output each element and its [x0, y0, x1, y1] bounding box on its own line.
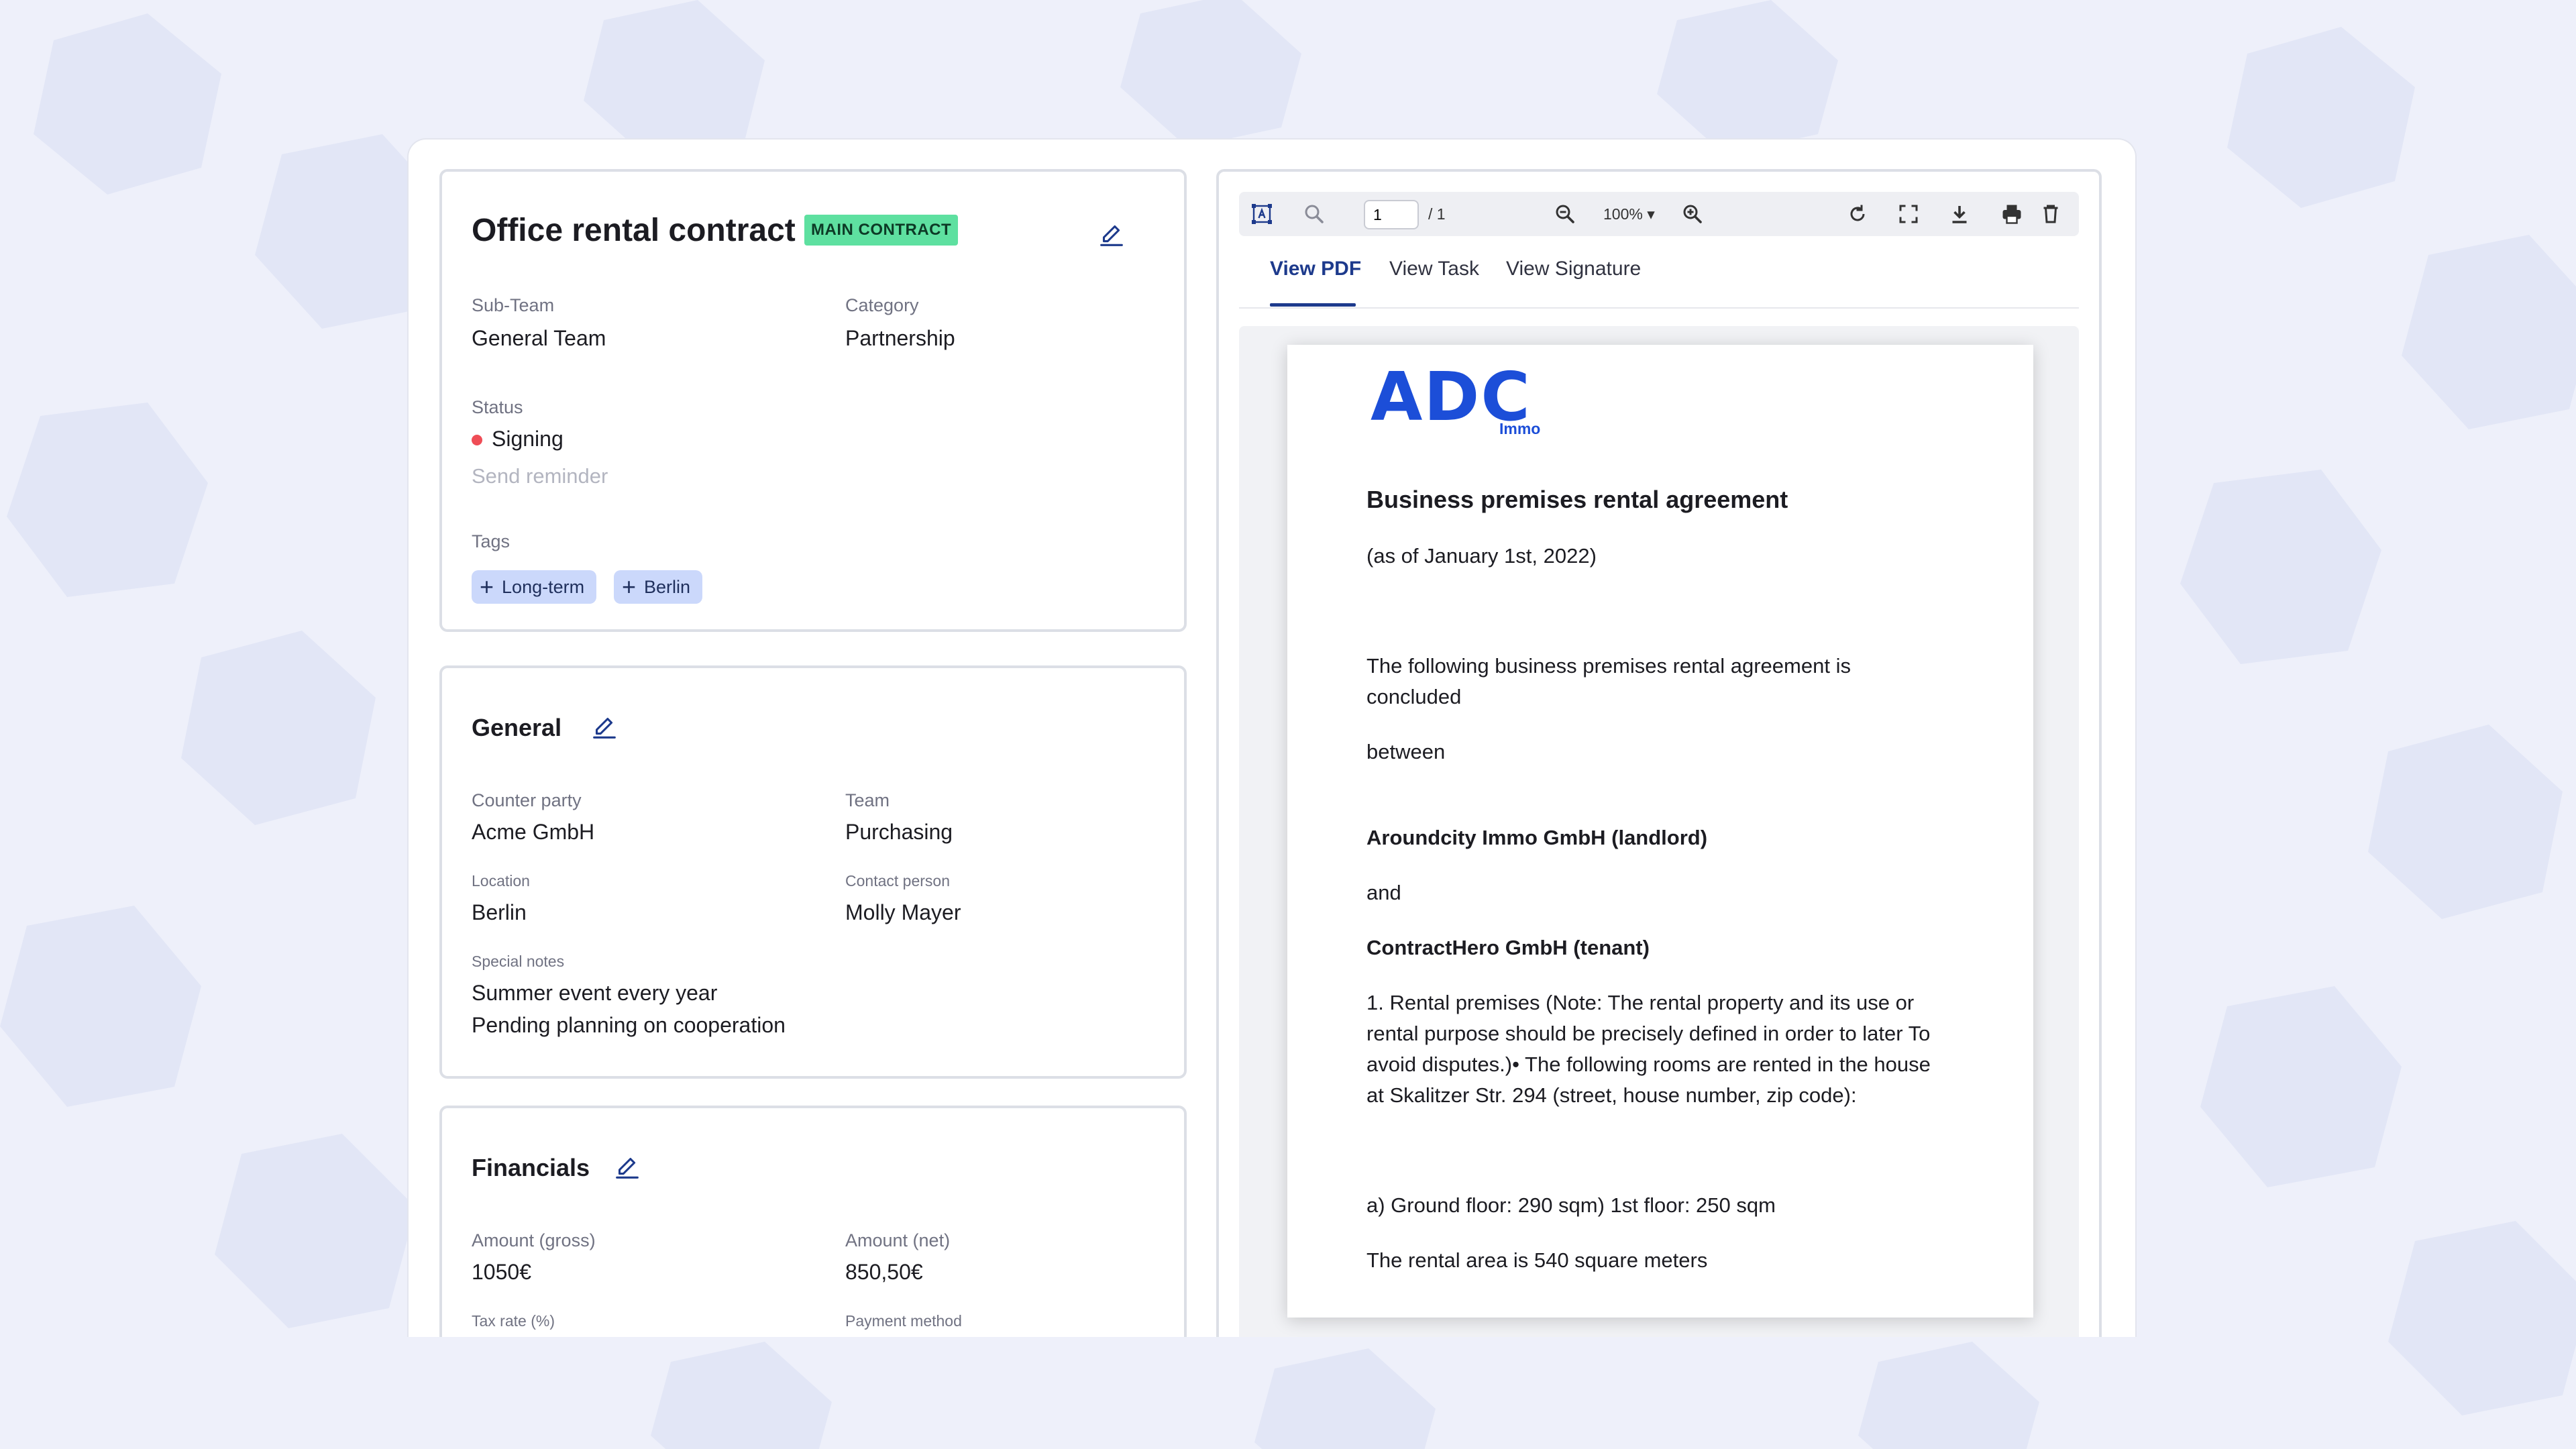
general-title: General	[472, 714, 562, 741]
amount-net-value: 850,50€	[845, 1260, 923, 1284]
select-tool-button[interactable]	[1246, 198, 1278, 230]
zoom-out-icon	[1556, 205, 1574, 223]
tags-label: Tags	[472, 531, 511, 551]
edit-contract-button[interactable]	[1094, 217, 1129, 252]
status-dot	[472, 435, 482, 445]
clause-1-line-3: avoid disputes.)• The following rooms ar…	[1366, 1053, 1931, 1076]
between-text: between	[1366, 740, 1446, 763]
pdf-page: ADC Immo Business premises rental agreem…	[1287, 345, 2033, 1318]
financials-card: Financials Amount (gross) 1050€ Amount (…	[439, 1106, 1187, 1337]
active-tab-indicator	[1270, 303, 1356, 307]
delete-button[interactable]	[2035, 198, 2067, 230]
zoom-in-button[interactable]	[1676, 198, 1709, 230]
search-icon	[1305, 205, 1324, 223]
zoom-level-select[interactable]: 100% ▾	[1603, 205, 1655, 223]
tag-berlin[interactable]: + Berlin	[614, 570, 703, 604]
document-viewer: / 1 100% ▾ View	[1216, 169, 2102, 1337]
contract-card: Office rental contract MAIN CONTRACT Sub…	[439, 169, 1187, 632]
intro-line-2: concluded	[1366, 685, 1462, 708]
document-heading: Business premises rental agreement	[1366, 486, 1788, 513]
clause-1-line-4: at Skalitzer Str. 294 (street, house num…	[1366, 1083, 1857, 1107]
logo-subtext: Immo	[1499, 420, 1541, 437]
contact-person-value: Molly Mayer	[845, 900, 961, 924]
counterparty-label: Counter party	[472, 790, 582, 810]
pencil-icon	[593, 718, 616, 739]
amount-gross-value: 1050€	[472, 1260, 531, 1284]
category-label: Category	[845, 295, 919, 315]
rotate-button[interactable]	[1841, 198, 1874, 230]
subteam-label: Sub-Team	[472, 295, 555, 315]
landlord-text: Aroundcity Immo GmbH (landlord)	[1366, 826, 1708, 849]
company-logo: ADC Immo	[1371, 364, 1540, 438]
pencil-icon	[1100, 225, 1123, 246]
contract-title: Office rental contract	[472, 213, 796, 248]
pdf-toolbar: / 1 100% ▾	[1239, 192, 2079, 236]
fullscreen-icon	[1899, 205, 1918, 223]
tag-label: Long-term	[502, 576, 585, 597]
pencil-icon	[616, 1158, 639, 1179]
main-contract-badge: MAIN CONTRACT	[804, 215, 959, 246]
rental-area-text: The rental area is 540 square meters	[1366, 1248, 1708, 1272]
contact-person-label: Contact person	[845, 872, 950, 890]
status-value: Signing	[492, 427, 564, 451]
download-icon	[1952, 206, 1967, 223]
subteam-value: General Team	[472, 326, 606, 350]
clause-1-line-2: rental purpose should be precisely defin…	[1366, 1022, 1931, 1045]
app-window: Office rental contract MAIN CONTRACT Sub…	[407, 138, 2137, 1337]
team-value: Purchasing	[845, 820, 953, 844]
document-date: (as of January 1st, 2022)	[1366, 544, 1597, 568]
viewer-tabs: View PDF View Task View Signature	[1239, 250, 2079, 309]
rotate-icon	[1850, 205, 1865, 221]
tag-long-term[interactable]: + Long-term	[472, 570, 597, 604]
special-notes-label: Special notes	[472, 953, 565, 970]
send-reminder-link[interactable]: Send reminder	[472, 464, 608, 488]
special-notes-line-1: Summer event every year	[472, 981, 718, 1005]
tax-rate-label: Tax rate (%)	[472, 1312, 555, 1330]
tab-view-task[interactable]: View Task	[1389, 258, 1479, 280]
page-number-input[interactable]	[1364, 200, 1419, 229]
amount-gross-label: Amount (gross)	[472, 1230, 596, 1250]
general-card: General Counter party Acme GmbH Team Pur…	[439, 665, 1187, 1079]
zoom-in-icon	[1683, 205, 1702, 223]
plus-icon: +	[622, 573, 637, 600]
zoom-out-button[interactable]	[1549, 198, 1581, 230]
team-label: Team	[845, 790, 890, 810]
financials-title: Financials	[472, 1154, 590, 1181]
trash-icon	[2043, 205, 2058, 223]
print-button[interactable]	[1996, 198, 2028, 230]
print-icon	[2002, 205, 2021, 224]
tab-view-signature[interactable]: View Signature	[1506, 258, 1641, 280]
amount-net-label: Amount (net)	[845, 1230, 951, 1250]
counterparty-value: Acme GmbH	[472, 820, 595, 844]
floors-text: a) Ground floor: 290 sqm) 1st floor: 250…	[1366, 1193, 1776, 1217]
special-notes-line-2: Pending planning on cooperation	[472, 1013, 786, 1037]
text-select-icon	[1252, 204, 1272, 224]
tenant-text: ContractHero GmbH (tenant)	[1366, 936, 1650, 959]
payment-method-label: Payment method	[845, 1312, 962, 1330]
category-value: Partnership	[845, 326, 955, 350]
intro-line-1: The following business premises rental a…	[1366, 654, 1851, 678]
tag-label: Berlin	[644, 576, 691, 597]
status-label: Status	[472, 397, 523, 417]
plus-icon: +	[480, 573, 494, 600]
fullscreen-button[interactable]	[1892, 198, 1925, 230]
search-button[interactable]	[1298, 198, 1330, 230]
clause-1-line-1: 1. Rental premises (Note: The rental pro…	[1366, 991, 1915, 1014]
edit-general-button[interactable]	[587, 710, 622, 745]
page-total: / 1	[1428, 205, 1446, 223]
pdf-canvas[interactable]: ADC Immo Business premises rental agreem…	[1239, 326, 2079, 1337]
tab-view-pdf[interactable]: View PDF	[1270, 258, 1361, 280]
location-label: Location	[472, 872, 530, 890]
location-value: Berlin	[472, 900, 527, 924]
and-text: and	[1366, 881, 1401, 904]
download-button[interactable]	[1943, 198, 1976, 230]
edit-financials-button[interactable]	[610, 1150, 645, 1185]
